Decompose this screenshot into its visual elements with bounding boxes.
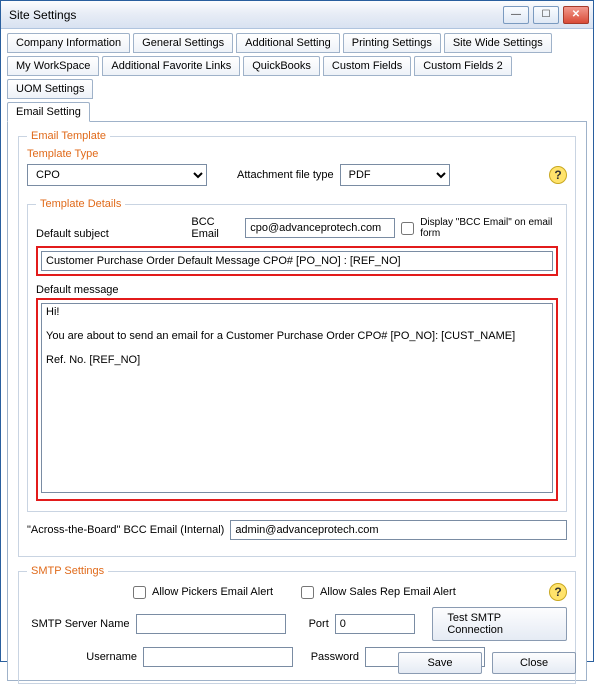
tab-row-2: My WorkSpace Additional Favorite Links Q… [7, 56, 587, 99]
email-setting-panel: Email Template Template Type CPO Attachm… [7, 121, 587, 681]
default-subject-label: Default subject [36, 228, 126, 240]
tab-email-setting[interactable]: Email Setting [7, 102, 90, 122]
tab-additional-setting[interactable]: Additional Setting [236, 33, 340, 53]
test-smtp-button[interactable]: Test SMTP Connection [432, 607, 567, 641]
attachment-type-select[interactable]: PDF [340, 164, 450, 186]
window-title: Site Settings [9, 8, 499, 22]
smtp-server-input[interactable] [136, 614, 286, 634]
email-template-group: Email Template Template Type CPO Attachm… [18, 130, 576, 557]
footer-buttons: Save Close [398, 652, 576, 674]
template-type-legend: Template Type [27, 148, 98, 160]
client-area: Company Information General Settings Add… [1, 29, 593, 687]
template-details-legend: Template Details [36, 198, 125, 210]
allow-pickers-label: Allow Pickers Email Alert [152, 586, 273, 598]
tab-my-workspace[interactable]: My WorkSpace [7, 56, 99, 76]
tab-site-wide-settings[interactable]: Site Wide Settings [444, 33, 552, 53]
tab-printing-settings[interactable]: Printing Settings [343, 33, 441, 53]
close-footer-button[interactable]: Close [492, 652, 576, 674]
email-template-legend: Email Template [27, 130, 110, 142]
tab-custom-fields-2[interactable]: Custom Fields 2 [414, 56, 511, 76]
titlebar: Site Settings — ☐ ✕ [1, 1, 593, 29]
smtp-password-label: Password [299, 651, 359, 663]
save-button[interactable]: Save [398, 652, 482, 674]
maximize-button[interactable]: ☐ [533, 6, 559, 24]
smtp-server-label: SMTP Server Name [27, 618, 130, 630]
allow-salesrep-label: Allow Sales Rep Email Alert [320, 586, 456, 598]
default-message-label: Default message [36, 284, 119, 296]
default-subject-highlight [36, 246, 558, 276]
bcc-email-label: BCC Email [191, 216, 239, 240]
tab-quickbooks[interactable]: QuickBooks [243, 56, 320, 76]
smtp-port-input[interactable] [335, 614, 415, 634]
site-settings-window: Site Settings — ☐ ✕ Company Information … [0, 0, 594, 662]
help-icon[interactable]: ? [549, 166, 567, 184]
display-bcc-checkbox[interactable] [401, 222, 414, 235]
attachment-type-label: Attachment file type [237, 169, 334, 181]
default-message-highlight [36, 298, 558, 501]
tab-custom-fields[interactable]: Custom Fields [323, 56, 411, 76]
across-bcc-label: "Across-the-Board" BCC Email (Internal) [27, 524, 224, 536]
smtp-help-icon[interactable]: ? [549, 583, 567, 601]
smtp-username-label: Username [27, 651, 137, 663]
across-bcc-input[interactable] [230, 520, 567, 540]
default-subject-input[interactable] [41, 251, 553, 271]
allow-pickers-checkbox[interactable] [133, 586, 146, 599]
tab-general-settings[interactable]: General Settings [133, 33, 233, 53]
tab-company-information[interactable]: Company Information [7, 33, 130, 53]
template-type-group: Template Type CPO Attachment file type P… [27, 148, 567, 198]
allow-salesrep-checkbox[interactable] [301, 586, 314, 599]
tab-row-3: Email Setting [7, 102, 587, 122]
tab-additional-favorite-links[interactable]: Additional Favorite Links [102, 56, 240, 76]
default-message-textarea[interactable] [41, 303, 553, 493]
bcc-email-input[interactable] [245, 218, 395, 238]
template-type-select[interactable]: CPO [27, 164, 207, 186]
template-details-group: Template Details Default subject BCC Ema… [27, 198, 567, 512]
tab-row-1: Company Information General Settings Add… [7, 33, 587, 53]
close-button[interactable]: ✕ [563, 6, 589, 24]
smtp-username-input[interactable] [143, 647, 293, 667]
smtp-settings-legend: SMTP Settings [27, 565, 108, 577]
display-bcc-label: Display "BCC Email" on email form [420, 217, 558, 239]
smtp-port-label: Port [292, 618, 329, 630]
minimize-button[interactable]: — [503, 6, 529, 24]
tab-uom-settings[interactable]: UOM Settings [7, 79, 93, 99]
